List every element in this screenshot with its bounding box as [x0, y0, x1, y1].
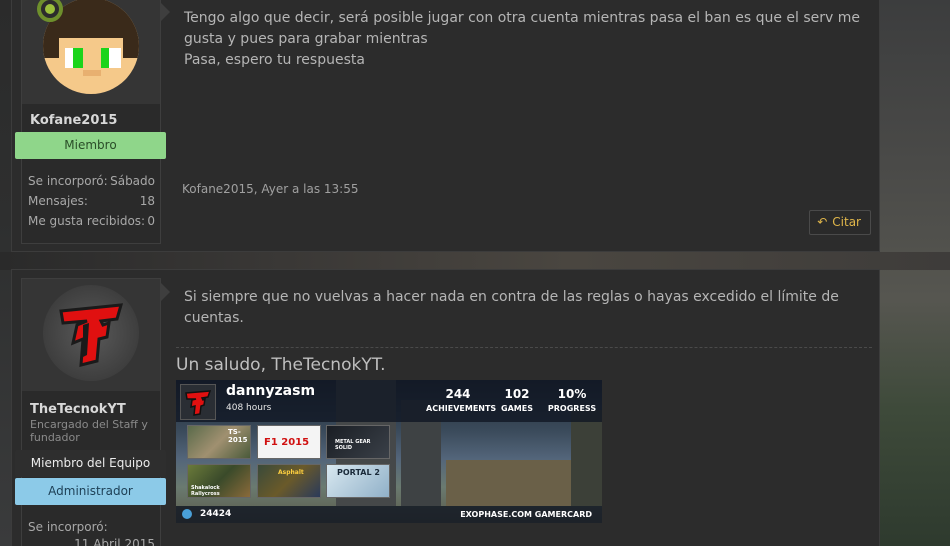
gamercard-avatar: [180, 384, 216, 420]
user-banner-staff: Miembro del Equipo: [15, 450, 166, 477]
graffiti-t-logo-icon: [185, 390, 212, 416]
user-title: Encargado del Staff y fundador: [30, 418, 148, 444]
gamercard-stat-games: 102 GAMES: [492, 387, 542, 413]
message-post: Kofane2015 Miembro Se incorporó: Sábado …: [11, 0, 880, 252]
gamercard-hours: 408 hours: [226, 403, 272, 413]
quote-label: Citar: [832, 215, 861, 229]
stat-joined: Se incorporó:: [28, 520, 155, 534]
game-tile[interactable]: F1 2015: [257, 425, 321, 459]
stat-joined-value: 11 Abril 2015: [28, 537, 155, 546]
message-line: gusta y pues para grabar mientras: [184, 31, 428, 47]
stat-label: Me gusta recibidos:: [28, 214, 146, 228]
background-strip: [0, 252, 950, 270]
points-icon: [182, 509, 192, 519]
gamercard[interactable]: dannyzasm 408 hours 244 ACHIEVEMENTS 102…: [176, 380, 602, 523]
gamercard-footer: 24424 EXOPHASE.COM GAMERCARD: [176, 506, 602, 523]
game-tile[interactable]: Shakalock Rallycross: [187, 464, 251, 498]
message-post: TheTecnokYT Encargado del Staff y fundad…: [11, 269, 880, 546]
game-tile[interactable]: TS-2015: [187, 425, 251, 459]
message-line: Si siempre que no vuelvas a hacer nada e…: [184, 289, 839, 305]
stat-messages: Mensajes: 18: [28, 194, 155, 208]
game-tile-label: METAL GEAR SOLID: [335, 439, 371, 451]
gamercard-stat-achievements: 244 ACHIEVEMENTS: [426, 387, 497, 413]
user-banner-admin: Administrador: [15, 478, 166, 505]
game-tile-label: TS-2015: [228, 428, 248, 444]
message-line: cuentas.: [184, 310, 244, 326]
post-meta[interactable]: Kofane2015, Ayer a las 13:55: [182, 182, 358, 196]
stat-label: PROGRESS: [547, 404, 597, 413]
avatar-container: [22, 279, 160, 391]
username[interactable]: TheTecnokYT: [30, 402, 126, 417]
stat-label: Se incorporó:: [28, 174, 108, 188]
building-shape: [571, 410, 602, 506]
stat-label: Mensajes:: [28, 194, 88, 208]
user-info-block: Kofane2015 Miembro Se incorporó: Sábado …: [15, 0, 166, 244]
stat-joined: Se incorporó: Sábado: [28, 174, 155, 188]
reply-arrow-icon: ↶: [817, 215, 828, 229]
game-tile[interactable]: METAL GEAR SOLID: [326, 425, 390, 459]
stat-value: 0: [147, 214, 155, 228]
gamercard-brand[interactable]: EXOPHASE.COM GAMERCARD: [460, 510, 592, 519]
game-tile-label: PORTAL 2: [337, 468, 380, 477]
stat-value[interactable]: 18: [140, 194, 155, 208]
stat-value: 11 Abril 2015: [74, 537, 155, 546]
username[interactable]: Kofane2015: [30, 113, 117, 128]
gamercard-username: dannyzasm: [226, 383, 316, 399]
stat-value: 102: [504, 387, 530, 401]
userblock-pointer: [161, 3, 170, 21]
stat-label: ACHIEVEMENTS: [426, 404, 497, 413]
game-tile-label: Asphalt: [278, 469, 304, 476]
userblock-pointer: [161, 283, 170, 301]
user-banner-member: Miembro: [15, 132, 166, 159]
game-tile-label: Shakalock Rallycross: [191, 485, 220, 497]
stat-likes: Me gusta recibidos: 0: [28, 214, 155, 228]
user-info-block: TheTecnokYT Encargado del Staff y fundad…: [15, 278, 166, 546]
stat-value: 244: [445, 387, 471, 401]
graffiti-t-logo-icon: [59, 303, 124, 367]
stat-label: Se incorporó:: [28, 520, 108, 534]
game-tile-label: F1 2015: [264, 437, 310, 448]
quote-button[interactable]: ↶ Citar: [809, 210, 871, 235]
message-line: Tengo algo que decir, será posible jugar…: [184, 10, 860, 26]
stat-label: GAMES: [501, 404, 533, 413]
message-body: Tengo algo que decir, será posible jugar…: [184, 8, 864, 71]
stat-value: 10%: [557, 387, 587, 401]
avatar[interactable]: [43, 285, 139, 381]
game-tile[interactable]: PORTAL 2: [326, 464, 390, 498]
signature-separator: [176, 347, 872, 348]
game-tile[interactable]: Asphalt: [257, 464, 321, 498]
message-line: Pasa, espero tu respuesta: [184, 52, 365, 68]
stat-value: Sábado: [110, 174, 155, 188]
gamercard-stat-progress: 10% PROGRESS: [542, 387, 602, 413]
avatar-container: [22, 0, 160, 104]
gamercard-points: 24424: [200, 509, 232, 519]
message-body: Si siempre que no vuelvas a hacer nada e…: [184, 287, 864, 329]
signature-text: Un saludo, TheTecnokYT.: [176, 355, 386, 375]
background-scenery: [880, 0, 950, 546]
